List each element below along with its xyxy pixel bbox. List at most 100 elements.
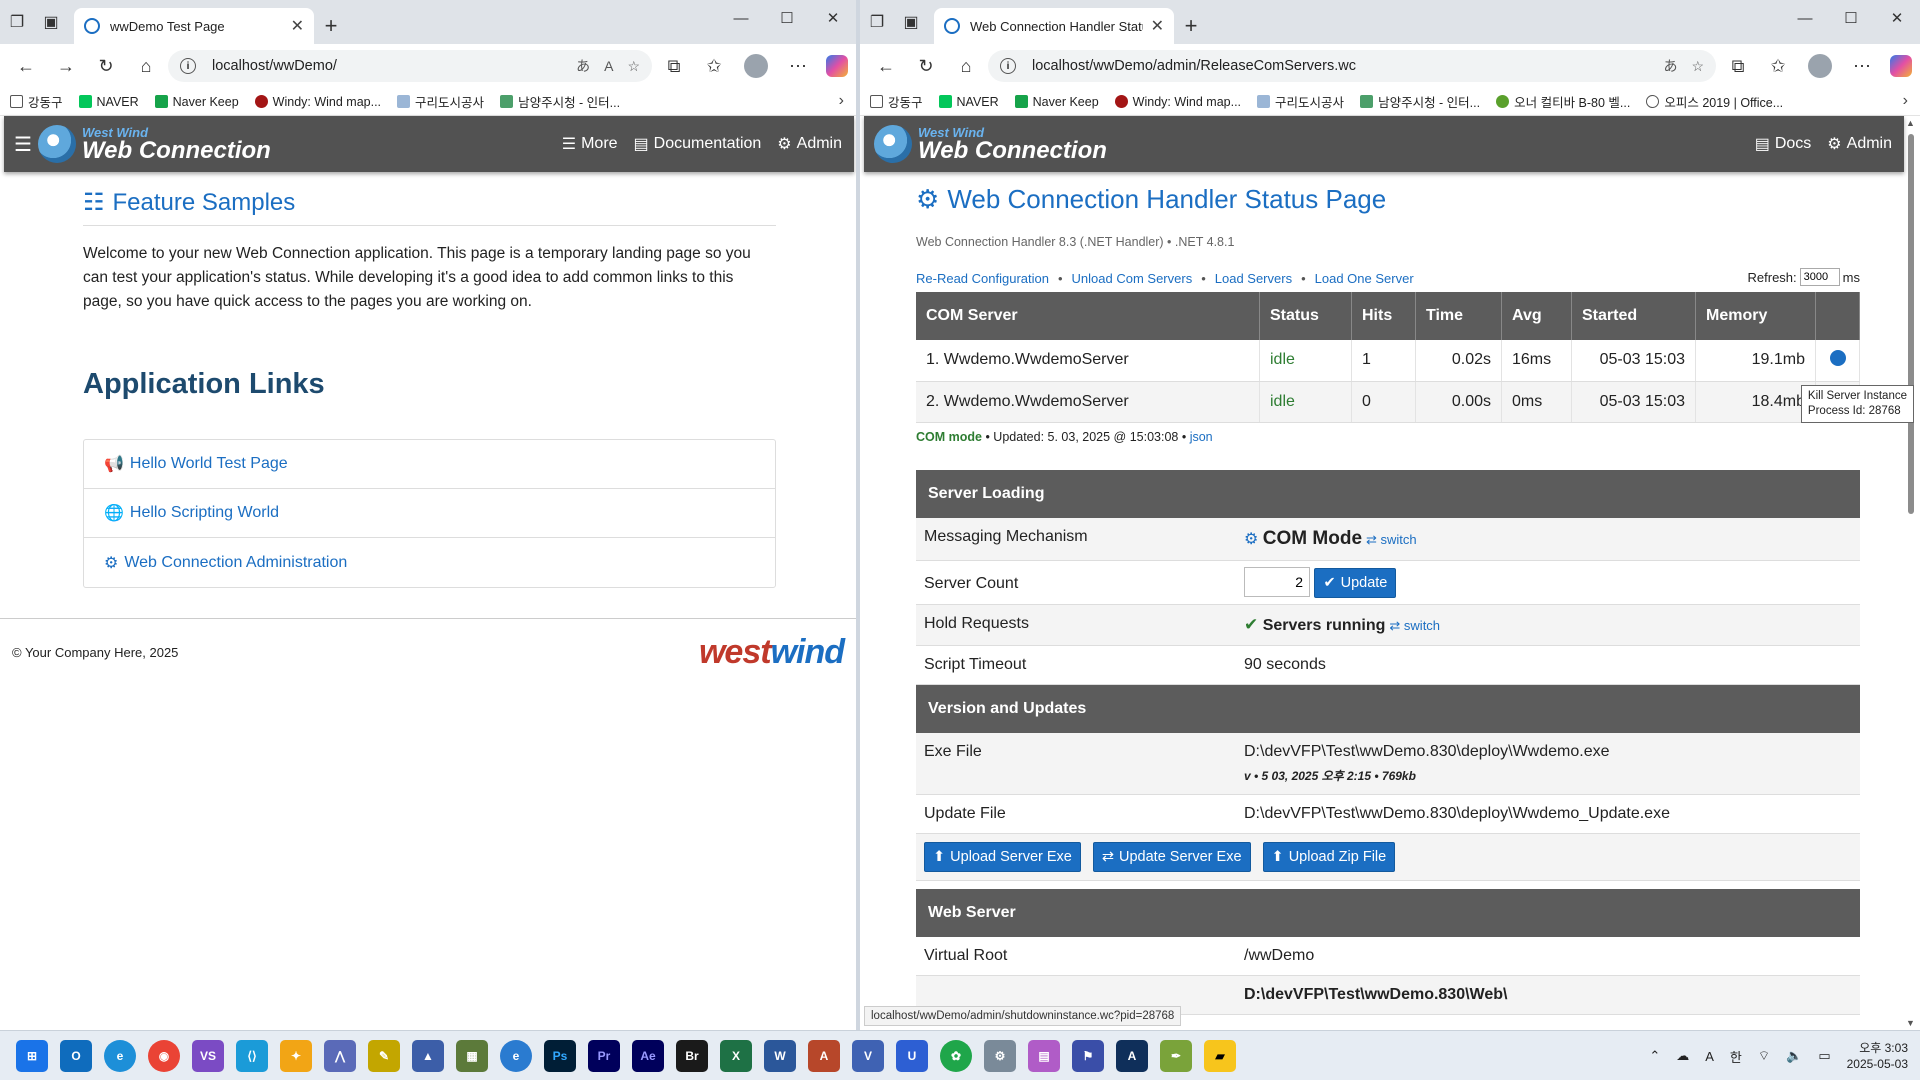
outlook-icon[interactable]: O <box>60 1039 92 1072</box>
bookmark-gangdong[interactable]: 강동구 <box>870 92 923 111</box>
workspaces-icon[interactable]: ❐ <box>0 0 34 44</box>
evernote-icon[interactable]: ✿ <box>940 1039 972 1072</box>
upload-server-exe-button[interactable]: ⬆ Upload Server Exe <box>924 841 1081 872</box>
tab-actions-icon[interactable]: ▣ <box>894 0 928 44</box>
clock[interactable]: 오후 3:03 2025-05-03 <box>1847 1040 1908 1072</box>
chevron-up-icon[interactable]: ⌃ <box>1649 1048 1660 1064</box>
workspaces-icon[interactable]: ❐ <box>860 0 894 44</box>
visual-foxpro-icon[interactable]: V <box>852 1039 884 1072</box>
bookmark-naver[interactable]: NAVER <box>938 95 999 109</box>
bookmarks-overflow-icon[interactable]: › <box>839 92 844 110</box>
close-window-icon[interactable]: ✕ <box>810 0 856 36</box>
reread-config-link[interactable]: Re-Read Configuration <box>916 271 1049 286</box>
scroll-down-icon[interactable]: ▼ <box>1906 1018 1915 1028</box>
tab-wwdemo[interactable]: wwDemo Test Page ✕ <box>74 8 314 44</box>
nav-more[interactable]: ☰ More <box>562 134 618 154</box>
profile-avatar[interactable] <box>744 54 768 78</box>
refresh-icon[interactable]: ↻ <box>88 50 124 82</box>
nav-documentation[interactable]: ▤ Documentation <box>634 134 762 154</box>
load-servers-link[interactable]: Load Servers <box>1215 271 1292 286</box>
switch-hold-link[interactable]: ⇄ switch <box>1389 618 1440 633</box>
start-icon[interactable]: ⊞ <box>16 1039 48 1072</box>
brand[interactable]: West Wind Web Connection <box>918 126 1107 163</box>
translate-icon[interactable]: あ <box>1663 56 1677 76</box>
load-one-server-link[interactable]: Load One Server <box>1315 271 1414 286</box>
upload-zip-button[interactable]: ⬆ Upload Zip File <box>1262 841 1396 872</box>
close-window-icon[interactable]: ✕ <box>1874 0 1920 36</box>
minimize-icon[interactable]: — <box>718 0 764 36</box>
refresh-icon[interactable]: ↻ <box>908 50 944 82</box>
visual-studio-icon[interactable]: VS <box>192 1039 224 1072</box>
sticky-notes-icon[interactable]: ▰ <box>1204 1039 1236 1072</box>
forward-icon[interactable]: → <box>48 50 84 82</box>
app-icon[interactable]: ▦ <box>456 1039 488 1072</box>
hamburger-icon[interactable]: ☰ <box>14 132 32 157</box>
onedrive-icon[interactable]: ☁ <box>1676 1048 1689 1064</box>
scroll-thumb[interactable] <box>1908 134 1914 514</box>
app-icon[interactable]: ✒ <box>1160 1039 1192 1072</box>
copilot-icon[interactable] <box>1890 55 1912 77</box>
bookmark-office[interactable]: 오피스 2019 | Office... <box>1646 92 1783 111</box>
bookmark-naver-keep[interactable]: Naver Keep <box>1014 95 1099 109</box>
copilot-icon[interactable] <box>826 55 848 77</box>
bookmark-windy[interactable]: Windy: Wind map... <box>254 95 381 109</box>
app-icon[interactable]: ⋀ <box>324 1039 356 1072</box>
tab-status-page[interactable]: Web Connection Handler Status P ✕ <box>934 8 1174 44</box>
new-tab-button[interactable]: + <box>1174 8 1208 44</box>
home-icon[interactable]: ⌂ <box>948 50 984 82</box>
brand[interactable]: West Wind Web Connection <box>82 126 271 163</box>
app-icon[interactable]: ✦ <box>280 1039 312 1072</box>
favorite-star-icon[interactable]: ☆ <box>1691 58 1704 75</box>
favorites-icon[interactable]: ✩ <box>696 50 732 82</box>
close-tab-icon[interactable]: ✕ <box>291 16 304 36</box>
link-administration[interactable]: ⚙ Web Connection Administration <box>84 538 775 587</box>
back-icon[interactable]: ← <box>868 50 904 82</box>
app-icon[interactable]: ✎ <box>368 1039 400 1072</box>
excel-icon[interactable]: X <box>720 1039 752 1072</box>
chrome-icon[interactable]: ◉ <box>148 1039 180 1072</box>
bookmark-cultiva[interactable]: 오너 컬티바 B-80 벨... <box>1496 92 1630 111</box>
volume-icon[interactable]: 🔈 <box>1786 1048 1802 1064</box>
read-aloud-icon[interactable]: A <box>604 58 613 74</box>
postgres-icon[interactable]: ▲ <box>412 1039 444 1072</box>
bookmark-naver[interactable]: NAVER <box>78 95 139 109</box>
update-server-exe-button[interactable]: ⇄ Update Server Exe <box>1092 841 1251 872</box>
url-field[interactable]: i localhost/wwDemo/admin/ReleaseComServe… <box>988 50 1716 82</box>
minimize-icon[interactable]: — <box>1782 0 1828 36</box>
home-icon[interactable]: ⌂ <box>128 50 164 82</box>
app-icon[interactable]: ⚙ <box>984 1039 1016 1072</box>
kill-server-icon[interactable] <box>1829 349 1846 366</box>
ime-korean[interactable]: 한 <box>1730 1047 1742 1066</box>
favorites-icon[interactable]: ✩ <box>1760 50 1796 82</box>
ime-english[interactable]: A <box>1705 1049 1714 1064</box>
switch-mode-link[interactable]: ⇄ switch <box>1366 532 1417 547</box>
maximize-icon[interactable]: ☐ <box>764 0 810 36</box>
wifi-icon[interactable]: ⌔ <box>1758 1048 1770 1064</box>
maximize-icon[interactable]: ☐ <box>1828 0 1874 36</box>
battery-icon[interactable]: ▭ <box>1818 1048 1830 1064</box>
refresh-input[interactable] <box>1799 268 1840 286</box>
bookmark-naver-keep[interactable]: Naver Keep <box>154 95 239 109</box>
server-count-input[interactable] <box>1244 566 1310 597</box>
translate-icon[interactable]: あ <box>576 56 590 76</box>
westwind-logo-icon[interactable] <box>874 125 912 163</box>
link-hello-scripting[interactable]: 🌐 Hello Scripting World <box>84 489 775 538</box>
bookmark-namyangju[interactable]: 남양주시청 - 인터... <box>500 92 620 111</box>
westwind-logo-icon[interactable] <box>37 125 76 163</box>
bookmark-namyangju[interactable]: 남양주시청 - 인터... <box>1360 92 1480 111</box>
new-tab-button[interactable]: + <box>314 8 348 44</box>
bookmark-guri[interactable]: 구리도시공사 <box>397 92 484 111</box>
json-link[interactable]: json <box>1190 430 1213 444</box>
after-effects-icon[interactable]: Ae <box>632 1039 664 1072</box>
bookmark-windy[interactable]: Windy: Wind map... <box>1114 95 1241 109</box>
back-icon[interactable]: ← <box>8 50 44 82</box>
app-icon[interactable]: A <box>1116 1039 1148 1072</box>
site-info-icon[interactable]: i <box>1000 58 1016 74</box>
vscode-icon[interactable]: ⟨⟩ <box>236 1039 268 1072</box>
app-icon[interactable]: ⚑ <box>1072 1039 1104 1072</box>
page-scrollbar[interactable]: ▲ ▼ <box>1906 118 1916 1028</box>
scroll-up-icon[interactable]: ▲ <box>1906 118 1915 128</box>
close-tab-icon[interactable]: ✕ <box>1151 16 1164 36</box>
nav-docs[interactable]: ▤ Docs <box>1755 134 1812 154</box>
more-menu-icon[interactable]: ⋯ <box>1844 50 1880 82</box>
